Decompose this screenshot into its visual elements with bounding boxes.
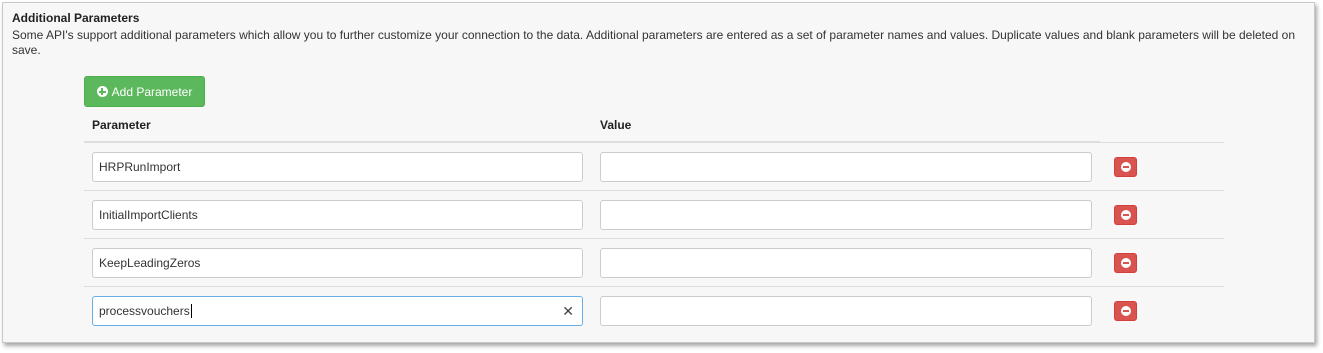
parameter-input-value: InitialImportClients — [99, 208, 198, 222]
parameter-input[interactable]: InitialImportClients — [92, 200, 583, 230]
value-input[interactable] — [600, 248, 1092, 278]
section-title: Additional Parameters — [12, 11, 140, 25]
minus-circle-icon — [1120, 210, 1131, 220]
additional-parameters-panel: Additional Parameters Some API's support… — [2, 2, 1315, 343]
add-parameter-button[interactable]: Add Parameter — [84, 76, 205, 107]
parameter-input-focused[interactable]: processvouchers ✕ — [92, 296, 583, 326]
plus-circle-icon — [96, 86, 108, 97]
value-input[interactable] — [600, 152, 1092, 182]
table-row: KeepLeadingZeros — [84, 238, 1224, 287]
minus-circle-icon — [1120, 162, 1131, 172]
remove-parameter-button[interactable] — [1114, 157, 1137, 177]
remove-parameter-button[interactable] — [1114, 205, 1137, 225]
add-parameter-label: Add Parameter — [111, 84, 193, 99]
value-input[interactable] — [600, 200, 1092, 230]
parameter-column-header: Parameter — [92, 118, 151, 132]
value-input[interactable] — [600, 296, 1092, 326]
remove-parameter-button[interactable] — [1114, 253, 1137, 273]
section-description: Some API's support additional parameters… — [12, 28, 1296, 57]
parameter-input-value: HRPRunImport — [99, 160, 181, 174]
parameter-input-value: processvouchers — [99, 304, 190, 318]
table-row: HRPRunImport — [84, 142, 1224, 191]
value-column-header: Value — [600, 118, 632, 132]
minus-circle-icon — [1120, 306, 1131, 316]
parameter-input[interactable]: HRPRunImport — [92, 152, 583, 182]
parameter-input[interactable]: KeepLeadingZeros — [92, 248, 583, 278]
clear-input-icon[interactable]: ✕ — [562, 303, 574, 319]
table-row: InitialImportClients — [84, 190, 1224, 239]
table-row: processvouchers ✕ — [84, 286, 1224, 335]
text-caret — [190, 304, 192, 318]
parameter-input-value: KeepLeadingZeros — [99, 256, 201, 270]
minus-circle-icon — [1120, 258, 1131, 268]
remove-parameter-button[interactable] — [1114, 301, 1137, 321]
